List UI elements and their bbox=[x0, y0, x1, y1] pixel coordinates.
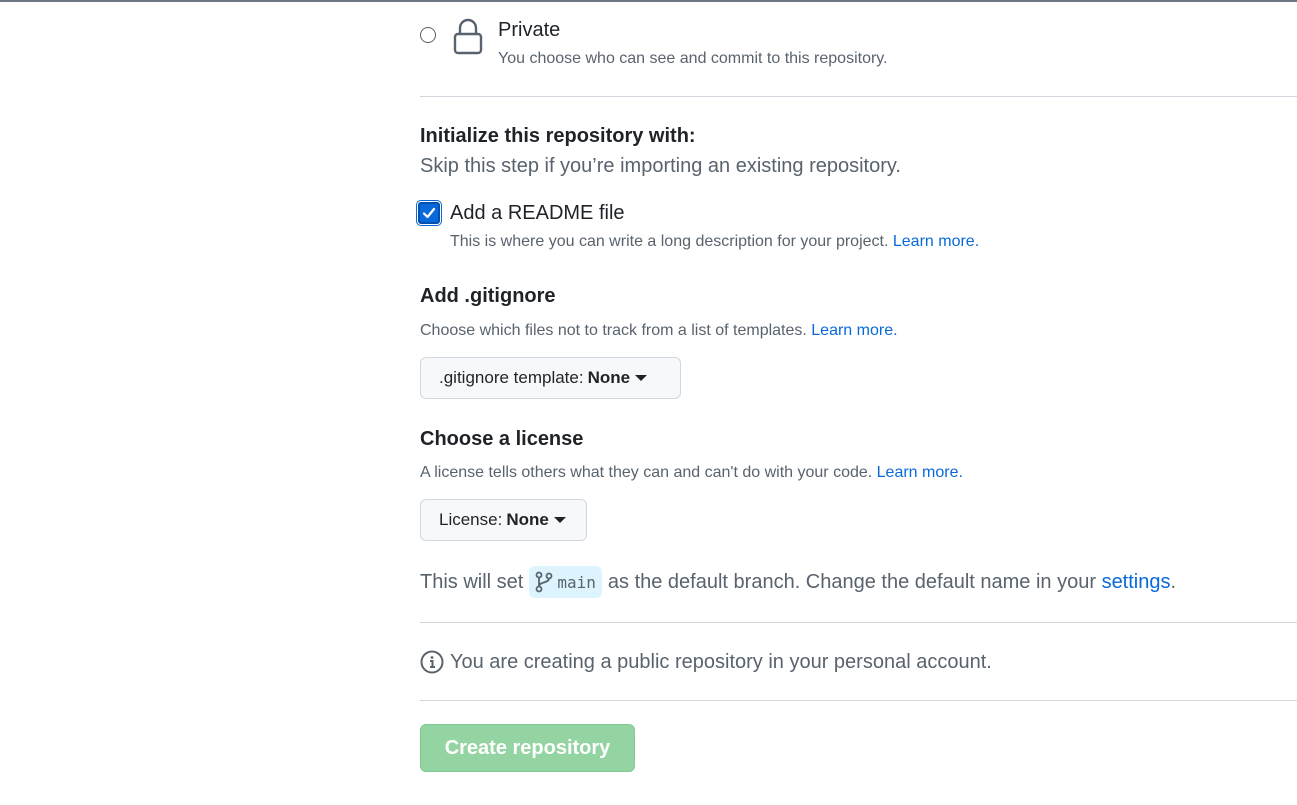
gitignore-learn-more-link[interactable]: Learn more. bbox=[811, 322, 897, 339]
gitignore-dropdown-prefix: .gitignore template: bbox=[439, 368, 584, 387]
branch-name-badge: main bbox=[529, 566, 602, 598]
branch-note-prefix: This will set bbox=[420, 570, 524, 593]
branch-name: main bbox=[557, 572, 596, 592]
branch-note-end: . bbox=[1170, 570, 1177, 593]
gitignore-template-dropdown[interactable]: .gitignore template: None bbox=[420, 357, 681, 399]
gitignore-dropdown-value: None bbox=[587, 368, 631, 387]
gitignore-heading: Add .gitignore bbox=[420, 285, 556, 307]
readme-description: This is where you can write a long descr… bbox=[450, 233, 979, 251]
divider bbox=[420, 96, 1297, 97]
info-icon bbox=[420, 650, 444, 674]
license-heading: Choose a license bbox=[420, 428, 584, 450]
caret-down-icon bbox=[635, 375, 648, 381]
license-dropdown-value: None bbox=[506, 510, 549, 529]
top-border bbox=[0, 0, 1297, 2]
notice-text: You are creating a public repository in … bbox=[450, 650, 992, 673]
readme-label[interactable]: Add a README file bbox=[450, 202, 625, 225]
gitignore-description-text: Choose which files not to track from a l… bbox=[420, 322, 807, 339]
divider bbox=[420, 622, 1297, 623]
initialize-description: Skip this step if you’re importing an ex… bbox=[420, 155, 901, 177]
license-description: A license tells others what they can and… bbox=[420, 464, 963, 482]
private-radio[interactable] bbox=[420, 27, 436, 43]
private-option-title[interactable]: Private bbox=[498, 19, 560, 42]
readme-description-text: This is where you can write a long descr… bbox=[450, 233, 889, 250]
caret-down-icon bbox=[553, 517, 566, 523]
public-repo-notice: You are creating a public repository in … bbox=[420, 650, 992, 674]
license-dropdown[interactable]: License: None bbox=[420, 499, 587, 541]
gitignore-description: Choose which files not to track from a l… bbox=[420, 322, 898, 340]
branch-note-suffix: as the default branch. Change the defaul… bbox=[607, 570, 1096, 593]
private-option-description: You choose who can see and commit to thi… bbox=[498, 50, 888, 67]
license-learn-more-link[interactable]: Learn more. bbox=[877, 464, 963, 481]
checkmark-icon bbox=[422, 207, 436, 219]
readme-learn-more-link[interactable]: Learn more. bbox=[893, 233, 979, 250]
initialize-heading: Initialize this repository with: bbox=[420, 125, 696, 147]
settings-link[interactable]: settings bbox=[1102, 571, 1171, 594]
create-repository-button[interactable]: Create repository bbox=[420, 724, 635, 772]
license-description-text: A license tells others what they can and… bbox=[420, 464, 873, 481]
license-dropdown-prefix: License: bbox=[439, 510, 503, 529]
git-branch-icon bbox=[535, 571, 553, 593]
divider bbox=[420, 700, 1297, 701]
default-branch-note: This will set main as the default branch… bbox=[420, 566, 1176, 598]
readme-checkbox[interactable] bbox=[416, 200, 442, 226]
lock-icon bbox=[452, 18, 484, 56]
